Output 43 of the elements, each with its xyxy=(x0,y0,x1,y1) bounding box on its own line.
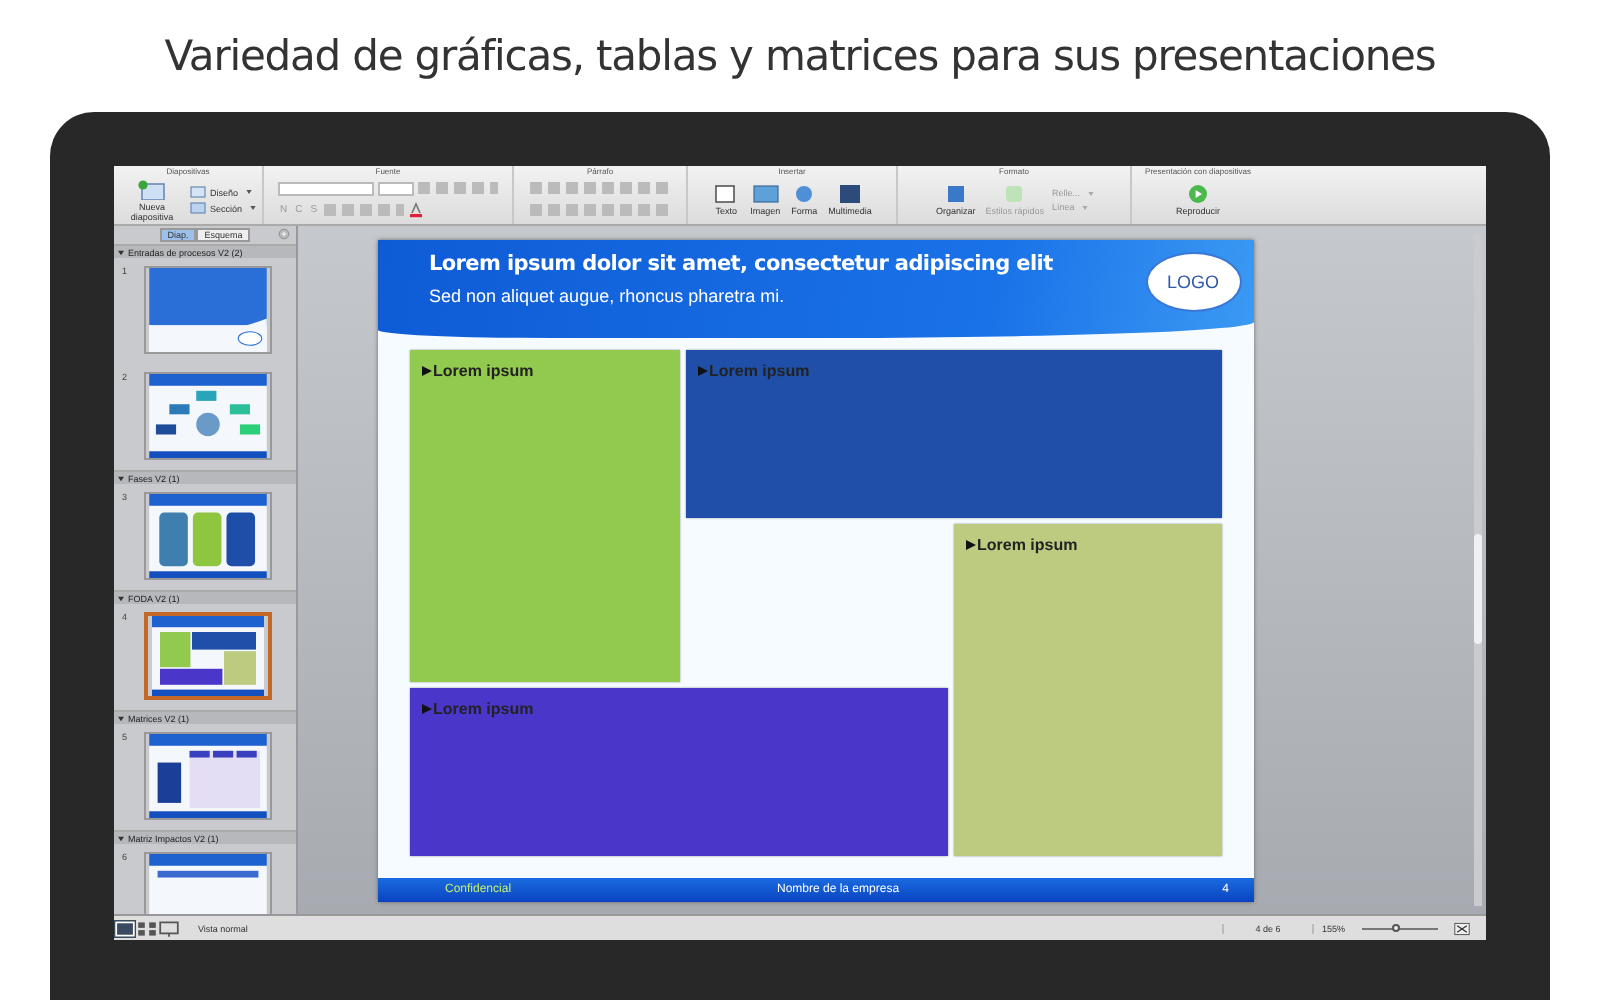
slide-title: Lorem ipsum dolor sit amet, consectetur adipiscing elit xyxy=(429,251,1055,275)
disclosure-triangle-icon xyxy=(118,595,124,601)
disclosure-triangle-icon xyxy=(118,715,124,721)
caret-icon xyxy=(246,190,252,194)
slide-thumbnail[interactable] xyxy=(144,852,272,914)
disclosure-triangle-icon xyxy=(118,475,124,481)
bullet-icon xyxy=(421,704,431,715)
insert-icon xyxy=(751,184,780,204)
bullet-icon xyxy=(965,540,975,551)
slide-thumbnail[interactable] xyxy=(144,732,272,820)
logo-text: LOGO xyxy=(1166,271,1219,291)
box-label: Lorem ipsum xyxy=(709,362,810,381)
settings-icon[interactable] xyxy=(278,228,290,240)
bullet-icon xyxy=(421,366,431,377)
font-size-field[interactable] xyxy=(378,181,414,195)
slide-subtitle: Sed non aliquet augue, rhoncus pharetra mi. xyxy=(429,285,787,305)
slide-thumbnail[interactable] xyxy=(144,266,272,354)
slide-thumbnail[interactable] xyxy=(144,612,272,700)
page-heading: Variedad de gráficas, tablas y matrices para sus presentaciones xyxy=(162,30,1438,84)
fit-window-icon[interactable] xyxy=(1454,921,1470,935)
section-icon xyxy=(189,202,206,214)
insert-icon xyxy=(836,184,864,204)
caret-icon xyxy=(250,206,256,210)
new-slide-icon xyxy=(137,179,166,199)
layout-icon xyxy=(189,186,206,198)
box-label: Lorem ipsum xyxy=(433,362,534,381)
grid-view-icon[interactable] xyxy=(136,919,158,937)
bullet-icon xyxy=(697,366,707,377)
presenter-view-icon[interactable] xyxy=(158,919,180,937)
play-icon xyxy=(1183,184,1212,204)
caret-icon xyxy=(1088,191,1095,195)
slide-thumbnail[interactable] xyxy=(144,492,272,580)
box-label: Lorem ipsum xyxy=(977,536,1078,555)
font-name-field[interactable] xyxy=(278,181,374,195)
box-label: Lorem ipsum xyxy=(433,700,534,719)
font-color-icon xyxy=(407,202,424,218)
insert-icon xyxy=(712,184,741,204)
normal-view-icon[interactable] xyxy=(114,919,136,937)
disclosure-triangle-icon xyxy=(118,835,124,841)
caret-icon xyxy=(1082,205,1089,209)
disclosure-triangle-icon xyxy=(118,249,124,255)
slide-thumbnail[interactable] xyxy=(144,372,272,460)
zoom-slider-thumb[interactable] xyxy=(1392,923,1401,931)
